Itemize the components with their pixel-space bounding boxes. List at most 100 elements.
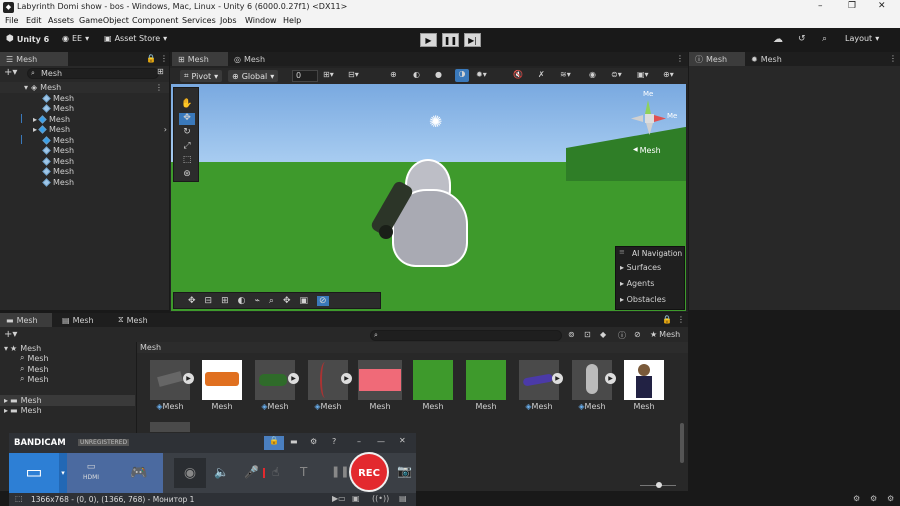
favorite-item[interactable]: ⌕ Mesh <box>0 353 135 364</box>
tree-item[interactable]: Mesh <box>0 156 169 167</box>
collab-icon[interactable]: ⚙ <box>870 494 877 503</box>
tab-game[interactable]: ◎ Mesh <box>228 52 284 66</box>
more-menu-icon[interactable]: ⋮ <box>677 315 685 324</box>
mode-dropdown[interactable]: ▾ <box>59 453 67 493</box>
tree-item[interactable]: Mesh <box>0 135 169 146</box>
tab-console[interactable]: ▤ Mesh <box>56 313 108 327</box>
asset-store-button[interactable]: ▣ Asset Store ▾ <box>104 34 167 43</box>
search-by-type-icon[interactable]: ⊚ <box>568 330 575 339</box>
search-by-label-icon[interactable]: ⊡ <box>584 330 591 339</box>
asset-thumb[interactable] <box>202 360 242 400</box>
play-preview-icon[interactable]: ▶ <box>183 373 194 384</box>
film-icon[interactable]: ▤ <box>399 494 407 503</box>
drag-handle-icon[interactable]: ≡ <box>619 248 625 256</box>
camera-icon[interactable]: ⊜▾ <box>611 70 622 79</box>
cards-tool-icon[interactable]: ▣ <box>300 296 309 306</box>
favorites-row[interactable]: ▾ ★ Mesh <box>0 343 135 354</box>
visibility-icon[interactable]: ⊘ <box>634 330 641 339</box>
tab-inspector[interactable]: ⓘ Mesh <box>689 52 745 66</box>
add-button[interactable]: +▾ <box>4 329 17 340</box>
more-menu-icon[interactable]: ⋮ <box>160 54 168 63</box>
favorite-item[interactable]: ⌕ Mesh <box>0 364 135 375</box>
tree-item[interactable]: Mesh <box>0 145 169 156</box>
snap-value-input[interactable]: 0 <box>292 70 318 82</box>
overlay-item-obstacles[interactable]: ▸ Obstacles <box>620 295 666 304</box>
sun-light-icon[interactable]: ✺ <box>429 112 442 131</box>
tab-animation[interactable]: ⧖ Mesh <box>112 313 164 327</box>
effects-icon[interactable]: ✗ <box>538 70 545 79</box>
play-preview-icon[interactable]: ▶ <box>605 373 616 384</box>
video-icon[interactable]: ▶▭ <box>332 494 346 503</box>
add-button[interactable]: +▾ <box>4 67 17 78</box>
more-menu-icon[interactable]: ⋮ <box>889 54 897 63</box>
filter-icon[interactable]: ⊞ <box>157 67 164 76</box>
layers-icon[interactable]: ≋▾ <box>560 70 571 79</box>
scene-root-row[interactable]: ▾ ◈ Mesh ⋮ <box>0 82 169 93</box>
more-menu-icon[interactable]: ⋮ <box>155 83 163 92</box>
info-icon[interactable]: ⓘ <box>618 330 626 341</box>
debug-icon[interactable]: ⚙ <box>853 494 860 503</box>
scrollbar[interactable] <box>680 423 684 463</box>
minimize-button[interactable]: — <box>377 437 385 446</box>
screen-mode-button[interactable]: ▭ <box>9 453 59 493</box>
hierarchy-search-input[interactable]: ⌕ Mesh <box>27 68 159 79</box>
screenshot-icon[interactable]: 📷 <box>397 464 412 478</box>
history-icon[interactable]: ↺ <box>798 34 806 44</box>
folder-row[interactable]: ▸ ▬ Mesh <box>0 405 135 416</box>
tree-item[interactable]: Mesh <box>0 103 169 114</box>
shading-lit-icon[interactable]: ◑ <box>455 69 469 82</box>
menu-gameobject[interactable]: GameObject <box>79 16 129 25</box>
more-menu-icon[interactable]: ⋮ <box>676 54 684 63</box>
tab-scene[interactable]: ⊞ Mesh <box>172 52 228 66</box>
menu-file[interactable]: File <box>5 16 18 25</box>
tree-item[interactable]: Mesh <box>0 177 169 188</box>
play-preview-icon[interactable]: ▶ <box>552 373 563 384</box>
orientation-gizmo[interactable]: Me Me <box>627 90 679 140</box>
menu-edit[interactable]: Edit <box>26 16 42 25</box>
tab-hierarchy[interactable]: ☰ Mesh <box>0 52 68 66</box>
shading-wireframe-icon[interactable]: ⊕ <box>390 70 397 79</box>
lock-icon[interactable]: 🔒 <box>662 315 672 324</box>
asset-thumb[interactable]: ▶ <box>308 360 352 400</box>
close-icon[interactable]: ✕ <box>399 436 406 445</box>
hdmi-mode-button[interactable]: ▭ HDMI <box>67 453 115 493</box>
account-dropdown[interactable]: ◉ EE ▾ <box>62 34 89 43</box>
asset-thumb[interactable] <box>466 360 506 400</box>
zoom-slider-thumb[interactable] <box>656 482 662 488</box>
close-button[interactable]: ✕ <box>878 1 886 11</box>
lock-icon[interactable]: 🔒 <box>264 436 284 450</box>
asset-thumb[interactable]: ▶ <box>255 360 299 400</box>
breadcrumb[interactable]: Mesh <box>140 343 161 352</box>
step-button[interactable]: ▶| <box>464 33 481 47</box>
rect-tool-icon[interactable]: ⬚ <box>180 155 194 167</box>
menu-services[interactable]: Services <box>182 16 216 25</box>
shade-tool-icon[interactable]: ◐ <box>238 296 246 306</box>
asset-thumb[interactable] <box>413 360 453 400</box>
move-tool-icon[interactable]: ✥ <box>179 113 195 125</box>
speaker-icon[interactable]: 🔈 <box>214 465 229 479</box>
lighting-icon[interactable]: ✹▾ <box>476 70 487 79</box>
favorite-item[interactable]: ⌕ Mesh <box>0 374 135 385</box>
visibility-icon[interactable]: ◉ <box>589 70 596 79</box>
audio-mute-icon[interactable]: 🔇 <box>513 70 523 79</box>
grid-snap-icon[interactable]: ⊞▾ <box>323 70 334 79</box>
asset-thumb[interactable]: ▶ <box>519 360 563 400</box>
help-icon[interactable]: ? <box>332 437 336 446</box>
asset-thumb[interactable] <box>358 360 402 400</box>
play-preview-icon[interactable]: ▶ <box>341 373 352 384</box>
maximize-button[interactable]: ❐ <box>848 1 856 11</box>
filter-label[interactable]: ★ Mesh <box>650 330 680 339</box>
bake-tool-icon[interactable]: ⊟ <box>205 296 213 306</box>
settings-icon[interactable]: ⚙ <box>310 437 317 446</box>
image-icon[interactable]: ▣ <box>352 494 360 503</box>
cloud-icon[interactable]: ☁ <box>773 34 783 45</box>
shading-unlit-icon[interactable]: ● <box>435 70 442 79</box>
compass-tool-icon[interactable]: ⊘ <box>317 295 329 306</box>
scale-tool-icon[interactable]: ⤢ <box>180 141 194 153</box>
text-overlay-icon[interactable]: T <box>300 465 307 479</box>
webcam-toggle[interactable]: ◉ <box>174 458 206 488</box>
minimize-button[interactable]: – <box>818 1 823 11</box>
overlay-item-surfaces[interactable]: ▸ Surfaces <box>620 263 661 272</box>
paint-tool-icon[interactable]: ⌁ <box>255 296 260 306</box>
navmesh-tool-icon[interactable]: ✥ <box>188 296 196 306</box>
